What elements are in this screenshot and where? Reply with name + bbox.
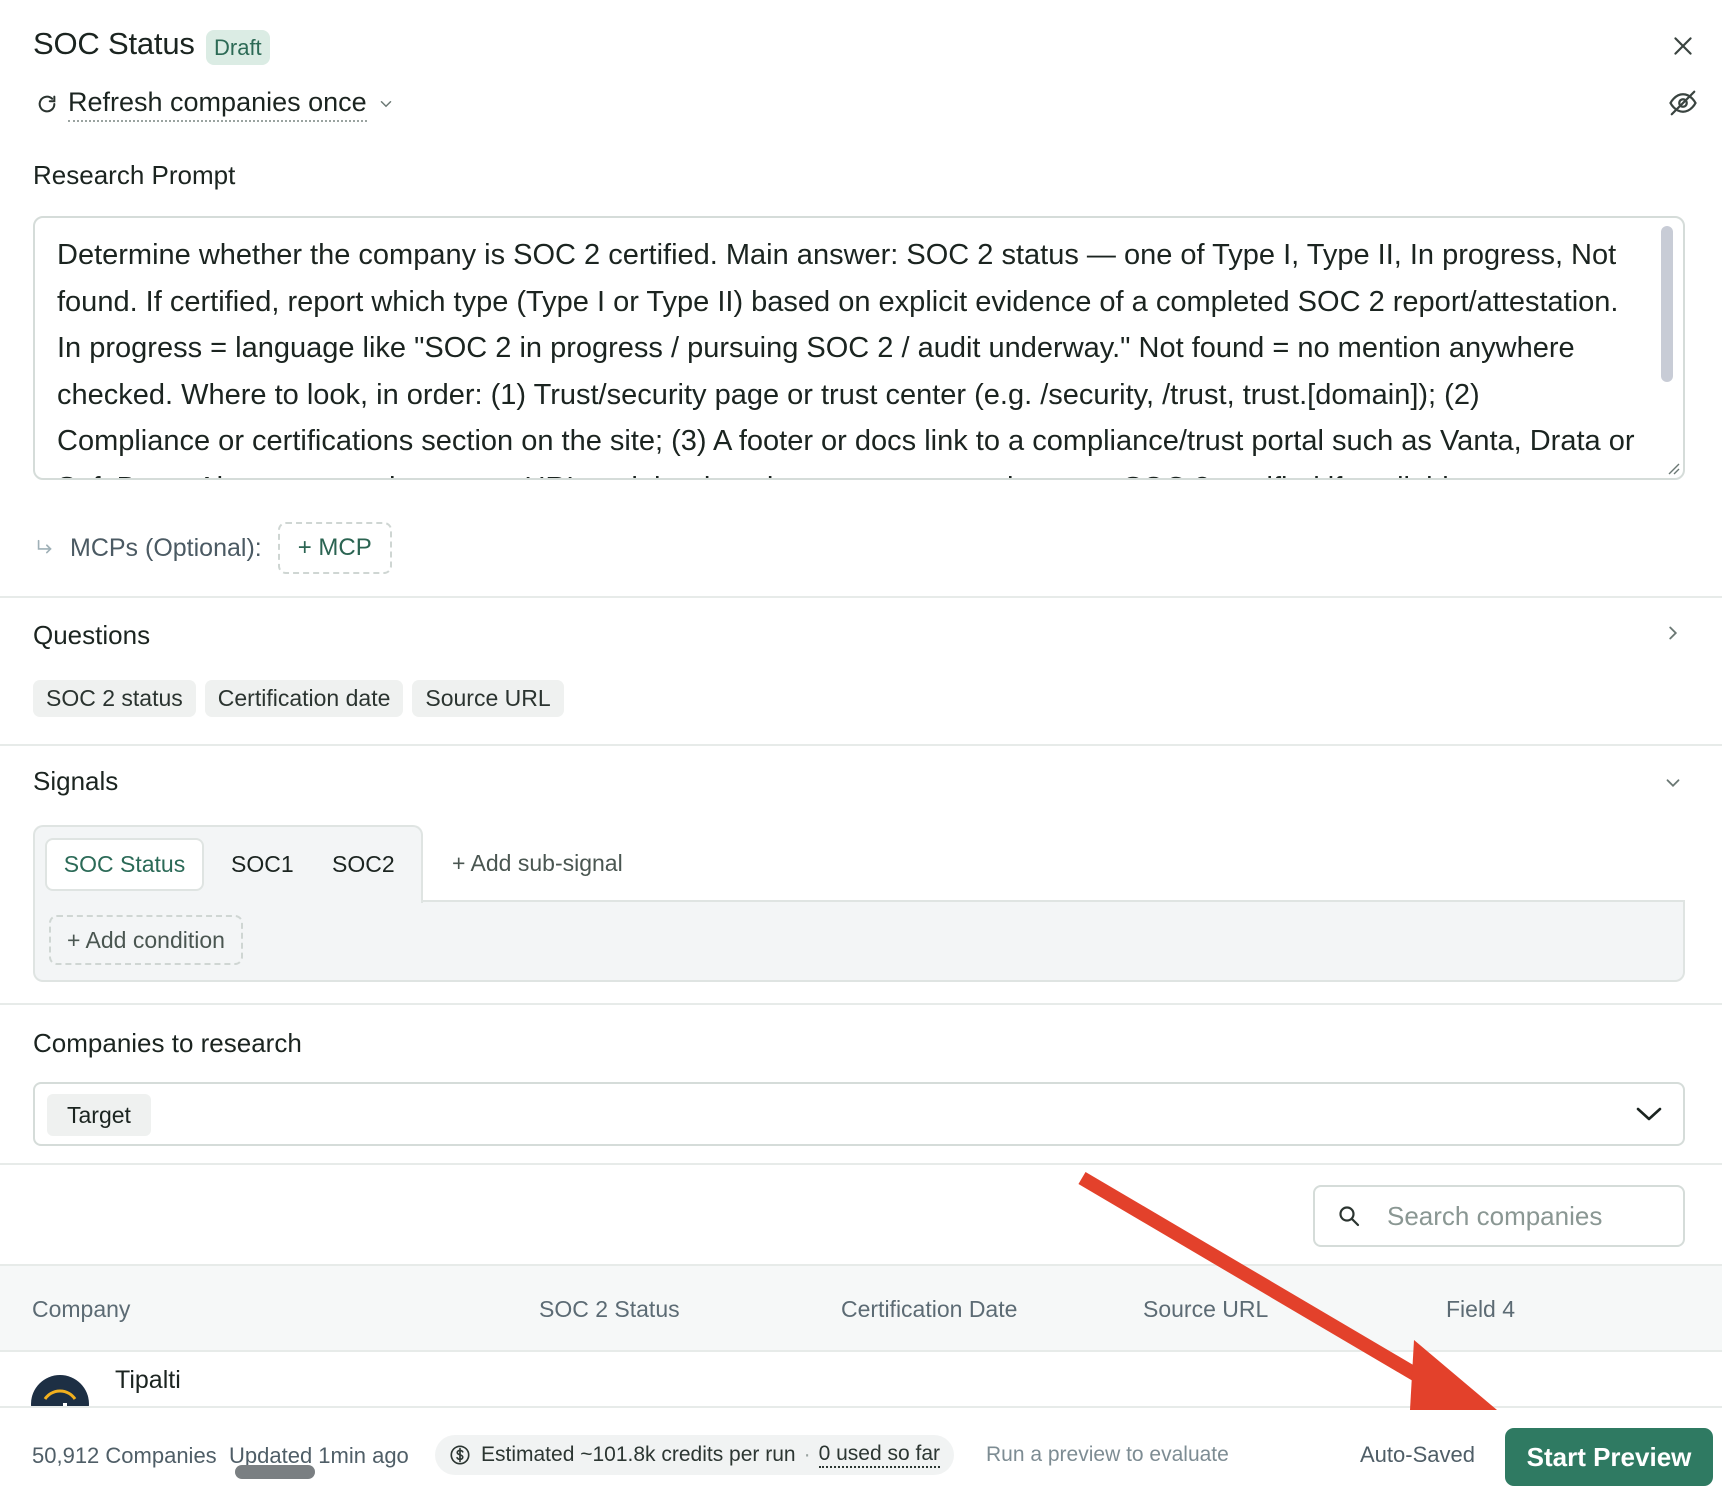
chevron-down-icon[interactable] [1662,772,1684,794]
refresh-icon [38,95,56,113]
column-header-source-url[interactable]: Source URL [1143,1266,1268,1352]
horizontal-scrollbar[interactable] [235,1465,315,1479]
research-prompt-textarea[interactable]: Determine whether the company is SOC 2 c… [33,216,1685,480]
research-prompt-label: Research Prompt [33,160,236,190]
auto-saved-status: Auto-Saved [1360,1442,1475,1467]
chevron-down-icon [1636,1107,1662,1121]
question-chip[interactable]: SOC 2 status [33,680,196,717]
question-chips: SOC 2 status Certification date Source U… [33,680,564,717]
signals-panel-border [421,900,1685,902]
company-count: 50,912 Companies [32,1443,217,1468]
column-header-certification-date[interactable]: Certification Date [841,1266,1017,1352]
chevron-right-icon[interactable] [1662,622,1684,644]
search-input[interactable] [1387,1200,1677,1232]
add-condition-button[interactable]: + Add condition [49,915,243,965]
table-header: Company SOC 2 Status Certification Date … [0,1264,1722,1352]
resize-grip-icon[interactable] [1666,461,1680,475]
company-name[interactable]: Tipalti [115,1366,181,1395]
add-mcp-button[interactable]: + MCP [277,522,392,574]
selected-list-chip[interactable]: Target [47,1094,151,1136]
question-chip[interactable]: Source URL [412,680,564,717]
dollar-icon [450,1445,470,1465]
column-header-soc2-status[interactable]: SOC 2 Status [539,1266,680,1352]
mcp-label: MCPs (Optional): [70,533,262,562]
divider [0,1163,1722,1165]
tab-soc1[interactable]: SOC1 [231,838,294,891]
question-chip[interactable]: Certification date [204,680,404,717]
credits-estimate: Estimated ~101.8k credits per run · 0 us… [435,1435,954,1475]
companies-label: Companies to research [33,1028,302,1058]
page-title: SOC Status [33,26,195,61]
start-preview-button[interactable]: Start Preview [1505,1428,1713,1486]
refresh-dropdown[interactable]: Refresh companies once [36,86,395,122]
search-icon [1339,1206,1360,1227]
divider [0,744,1722,746]
companies-select[interactable]: Target [33,1082,1685,1146]
eye-off-icon[interactable] [1668,88,1698,118]
research-prompt-text: Determine whether the company is SOC 2 c… [57,239,1635,478]
signals-label: Signals [33,766,119,796]
add-subsignal-button[interactable]: + Add sub-signal [452,843,623,883]
credits-used-link[interactable]: 0 used so far [818,1442,940,1468]
chevron-down-icon [380,101,391,108]
mcp-row: MCPs (Optional): + MCP [34,522,392,574]
status-badge: Draft [206,30,270,65]
refresh-label: Refresh companies once [68,87,367,122]
signals-panel [33,900,1685,982]
tab-soc2[interactable]: SOC2 [332,838,395,891]
divider [0,596,1722,598]
credits-separator: · [803,1443,811,1466]
preview-hint: Run a preview to evaluate [986,1443,1229,1466]
divider [0,1003,1722,1005]
column-header-company[interactable]: Company [32,1266,130,1352]
prompt-scrollbar[interactable] [1661,226,1673,382]
return-arrow-icon [37,539,52,554]
close-icon[interactable] [1670,33,1696,59]
column-header-field-4[interactable]: Field 4 [1446,1266,1515,1352]
search-box[interactable] [1313,1185,1685,1247]
credits-text: Estimated ~101.8k credits per run [481,1443,796,1466]
questions-label: Questions [33,620,151,650]
tab-soc-status[interactable]: SOC Status [45,838,204,891]
